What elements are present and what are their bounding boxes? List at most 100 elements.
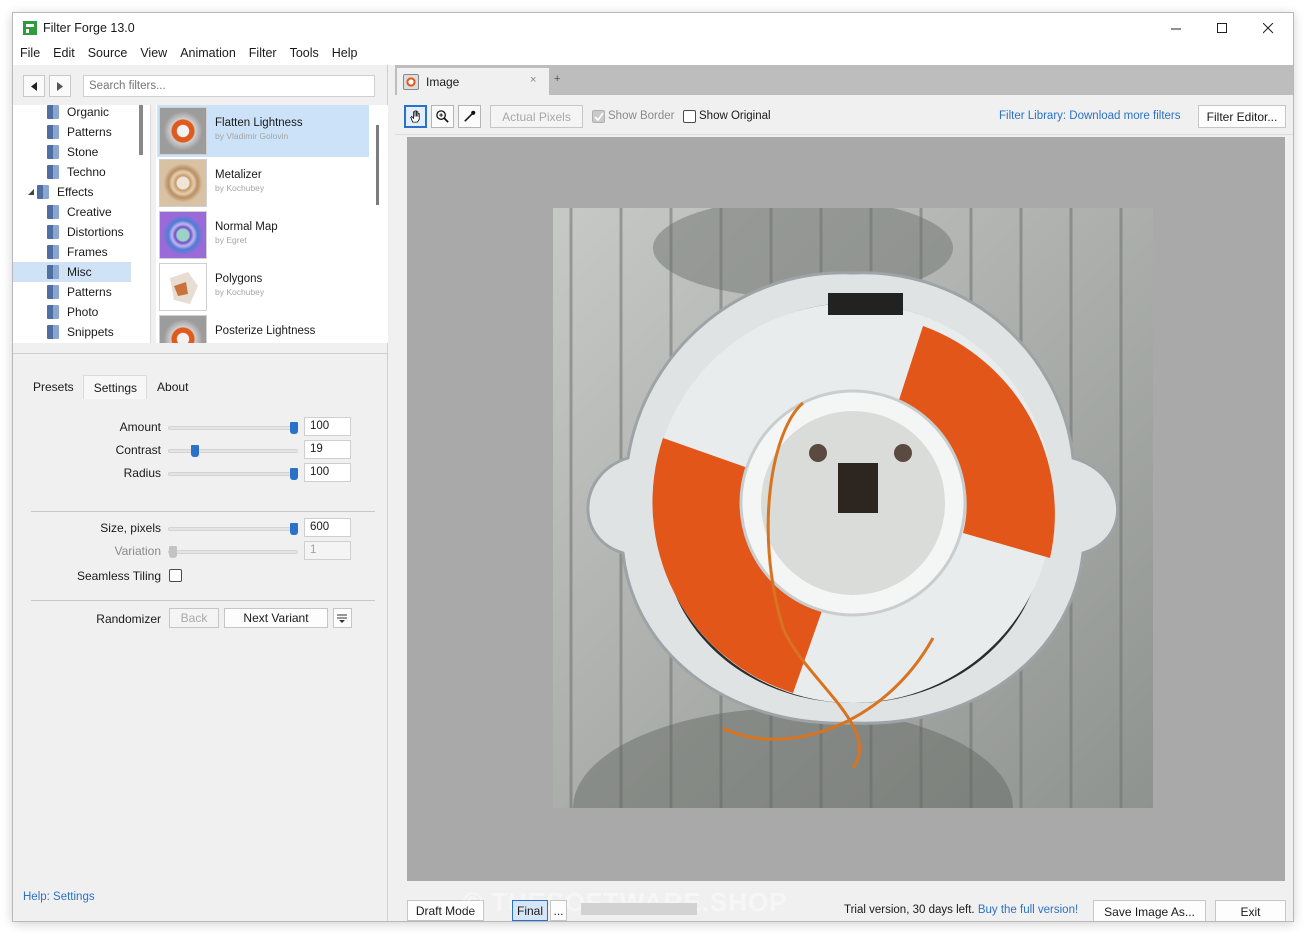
menu-dropdown-icon xyxy=(337,614,347,623)
randomizer-back-button[interactable]: Back xyxy=(169,608,219,628)
eyedropper-tool-button[interactable] xyxy=(458,105,481,128)
search-filters-input[interactable] xyxy=(83,75,375,97)
folder-icon xyxy=(37,185,49,199)
image-tab-icon xyxy=(403,74,419,90)
folder-icon xyxy=(47,205,59,219)
next-variant-button[interactable]: Next Variant xyxy=(224,608,328,628)
folder-icon xyxy=(47,125,59,139)
arrow-right-icon xyxy=(57,81,63,91)
filter-item-normal-map[interactable]: Normal Map by Egret xyxy=(157,209,369,261)
menu-view[interactable]: View xyxy=(133,43,173,65)
preview-toolbar: Actual Pixels Show Border Show Original … xyxy=(395,95,1293,135)
size-value-field[interactable]: 600 xyxy=(304,518,351,537)
close-window-button[interactable] xyxy=(1245,13,1291,43)
tree-item-stone[interactable]: Stone xyxy=(13,142,131,162)
filter-item-posterize-lightness[interactable]: Posterize Lightness xyxy=(157,313,369,343)
lifebuoy-photo-graphic xyxy=(553,208,1153,808)
tab-about[interactable]: About xyxy=(147,377,197,399)
actual-pixels-button: Actual Pixels xyxy=(490,105,583,128)
tree-item-patterns-2[interactable]: Patterns xyxy=(13,282,131,302)
tab-presets[interactable]: Presets xyxy=(23,377,83,399)
tab-settings[interactable]: Settings xyxy=(82,375,148,399)
tree-item-patterns[interactable]: Patterns xyxy=(13,122,131,142)
radius-slider[interactable] xyxy=(168,472,298,476)
save-image-as-button[interactable]: Save Image As... xyxy=(1093,900,1206,921)
tree-scrollbar[interactable] xyxy=(139,105,143,155)
size-slider-thumb[interactable] xyxy=(290,523,298,535)
maximize-icon xyxy=(1216,22,1227,33)
folder-icon xyxy=(47,105,59,119)
amount-slider-thumb[interactable] xyxy=(290,422,298,434)
size-label: Size, pixels xyxy=(100,521,161,535)
filter-library-link[interactable]: Filter Library: Download more filters xyxy=(999,110,1181,122)
tree-item-misc[interactable]: Misc xyxy=(13,262,131,282)
tree-item-effects[interactable]: Effects xyxy=(13,182,131,202)
document-tab-image[interactable]: Image × xyxy=(397,68,549,95)
section-divider xyxy=(31,511,375,512)
maximize-button[interactable] xyxy=(1199,13,1245,43)
window-title: Filter Forge 13.0 xyxy=(43,21,135,35)
tree-item-creative[interactable]: Creative xyxy=(13,202,131,222)
size-slider[interactable] xyxy=(168,527,298,531)
contrast-slider[interactable] xyxy=(168,449,298,453)
app-window: Filter Forge 13.0 File Edit Source View … xyxy=(12,12,1294,922)
tree-item-organic[interactable]: Organic xyxy=(13,105,131,122)
minimize-icon xyxy=(1170,28,1181,29)
radius-slider-thumb[interactable] xyxy=(290,468,298,480)
filter-item-polygons[interactable]: Polygons by Kochubey xyxy=(157,261,369,313)
menu-tools[interactable]: Tools xyxy=(283,43,325,65)
buy-full-version-link[interactable]: Buy the full version! xyxy=(978,904,1078,916)
close-tab-icon[interactable]: × xyxy=(530,74,536,86)
filter-forge-logo-icon xyxy=(23,21,37,35)
category-tree: Organic Patterns Stone Techno Effects Cr… xyxy=(13,105,151,343)
final-render-button[interactable]: Final xyxy=(512,900,548,921)
add-tab-button[interactable]: + xyxy=(554,73,560,85)
panel-splitter[interactable] xyxy=(13,353,388,354)
menu-help[interactable]: Help xyxy=(325,43,364,65)
preview-area[interactable] xyxy=(407,137,1285,881)
tree-item-photo[interactable]: Photo xyxy=(13,302,131,322)
tree-item-snippets[interactable]: Snippets xyxy=(13,322,131,342)
seamless-tiling-checkbox[interactable] xyxy=(169,569,182,582)
randomizer-label: Randomizer xyxy=(96,612,161,626)
folder-icon xyxy=(47,225,59,239)
seamless-tiling-label: Seamless Tiling xyxy=(76,569,161,583)
back-nav-button[interactable] xyxy=(23,75,45,97)
polygons-thumbnail-graphic xyxy=(170,272,198,304)
tree-item-frames[interactable]: Frames xyxy=(13,242,131,262)
contrast-value-field[interactable]: 19 xyxy=(304,440,351,459)
radius-value-field[interactable]: 100 xyxy=(304,463,351,482)
menu-source[interactable]: Source xyxy=(81,43,134,65)
amount-slider[interactable] xyxy=(168,426,298,430)
contrast-slider-thumb[interactable] xyxy=(191,445,199,457)
tree-item-distortions[interactable]: Distortions xyxy=(13,222,131,242)
show-border-checkbox xyxy=(592,110,605,123)
zoom-tool-button[interactable] xyxy=(431,105,454,128)
filter-list-scrollbar[interactable] xyxy=(376,125,379,205)
menu-file[interactable]: File xyxy=(13,43,46,65)
show-original-checkbox[interactable] xyxy=(683,110,696,123)
trial-notice: Trial version, 30 days left. Buy the ful… xyxy=(844,904,1079,916)
randomizer-menu-button[interactable] xyxy=(333,608,352,628)
menu-animation[interactable]: Animation xyxy=(173,43,242,65)
filter-item-metalizer[interactable]: Metalizer by Kochubey xyxy=(157,157,369,209)
exit-button[interactable]: Exit xyxy=(1215,900,1286,921)
menu-edit[interactable]: Edit xyxy=(46,43,81,65)
bottom-bar: Draft Mode © THESOFTWARE.SHOP Final ... … xyxy=(395,881,1293,921)
help-settings-link[interactable]: Help: Settings xyxy=(23,891,95,903)
hand-tool-button[interactable] xyxy=(404,105,427,128)
filter-item-flatten-lightness[interactable]: Flatten Lightness by Vladimir Golovin xyxy=(157,105,369,157)
forward-nav-button[interactable] xyxy=(49,75,71,97)
filter-editor-button[interactable]: Filter Editor... xyxy=(1198,105,1286,128)
menu-filter[interactable]: Filter xyxy=(242,43,283,65)
amount-value-field[interactable]: 100 xyxy=(304,417,351,436)
minimize-button[interactable] xyxy=(1153,13,1199,43)
folder-icon xyxy=(47,165,59,179)
render-options-button[interactable]: ... xyxy=(550,900,567,921)
filter-thumbnail xyxy=(159,315,207,343)
close-icon xyxy=(1262,22,1273,33)
settings-tabs: Presets Settings About xyxy=(23,375,197,399)
tree-item-techno[interactable]: Techno xyxy=(13,162,131,182)
document-tab-bar: Image × + xyxy=(395,65,1293,95)
show-original-label: Show Original xyxy=(699,110,771,122)
